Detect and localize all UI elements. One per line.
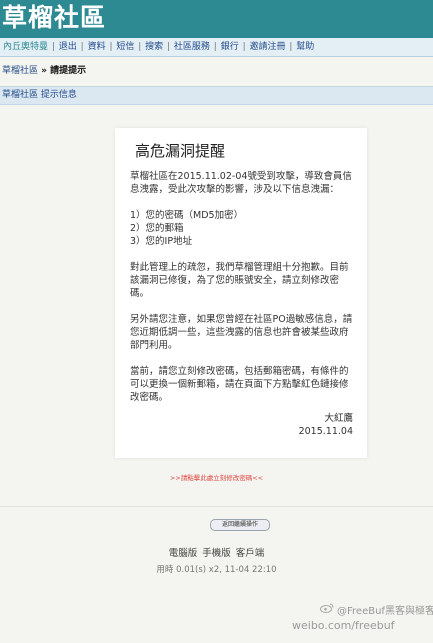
notice-body: 草榴社區在2015.11.02-04號受到攻擊，導致會員信息洩露，受此次攻擊的影… xyxy=(130,170,354,417)
top-nav: 內丘奧特曼 | 退出 | 資料 | 短信 | 搜索 | 社區服務 | 銀行 | … xyxy=(0,38,433,57)
nav-item-services[interactable]: 社區服務 xyxy=(173,42,211,52)
nav-separator: | xyxy=(210,42,220,52)
nav-item-profile[interactable]: 資料 xyxy=(87,42,107,52)
section-header-bar: 草榴社區 提示信息 xyxy=(0,86,433,105)
list-item: 1）您的密碼（MD5加密） xyxy=(130,210,244,221)
notice-title: 高危漏洞提醒 xyxy=(135,142,226,160)
weibo-logo-icon xyxy=(320,603,334,613)
desktop-version-link[interactable]: 電腦版 xyxy=(168,548,199,559)
footer-timing: 用時 0.01(s) x2, 11-04 22:10 xyxy=(156,565,277,575)
section-header-text: 草榴社區 提示信息 xyxy=(2,90,77,100)
list-item: 3）您的IP地址 xyxy=(130,236,193,247)
watermark-handle: @FreeBuf黑客與極客 xyxy=(337,606,433,617)
notice-paragraph: 當前，請您立刻修改密碼，包括郵箱密碼，有條件的可以更換一個新郵箱，請在頁面下方點… xyxy=(130,366,349,403)
nav-item-logout[interactable]: 退出 xyxy=(58,42,78,52)
site-title[interactable]: 草榴社區 xyxy=(2,3,106,33)
nav-separator: | xyxy=(77,42,87,52)
nav-separator: | xyxy=(164,42,173,52)
site-header: 草榴社區 xyxy=(0,0,433,38)
nav-item-invite[interactable]: 邀請注冊 xyxy=(248,42,286,52)
client-link[interactable]: 客戶端 xyxy=(235,548,266,559)
notice-paragraph: 對此管理上的疏忽，我們草榴管理組十分抱歉。目前該漏洞已修復，為了您的賬號安全，請… xyxy=(130,262,349,299)
nav-item-bank[interactable]: 銀行 xyxy=(220,42,240,52)
breadcrumb-current: 請提提示 xyxy=(50,66,87,76)
nav-item-messages[interactable]: 短信 xyxy=(115,42,135,52)
nav-item-help[interactable]: 幫助 xyxy=(295,42,315,52)
nav-separator: | xyxy=(286,42,296,52)
leaked-info-list: 1）您的密碼（MD5加密） 2）您的郵箱 3）您的IP地址 xyxy=(130,209,354,248)
continue-button[interactable]: 返回繼續操作 xyxy=(210,519,270,531)
breadcrumb: 草榴社區 » 請提提示 xyxy=(0,62,433,80)
signature-date: 2015.11.04 xyxy=(298,426,353,437)
nav-separator: | xyxy=(49,42,58,52)
divider xyxy=(0,506,433,507)
breadcrumb-separator: » xyxy=(38,66,51,76)
notice-paragraph: 另外請您注意，如果您曾經在社區PO過敏感信息，請您近期低調一些，這些洩露的信息也… xyxy=(130,314,353,351)
breadcrumb-root-link[interactable]: 草榴社區 xyxy=(0,66,38,76)
notice-card: 高危漏洞提醒 草榴社區在2015.11.02-04號受到攻擊，導致會員信息洩露，… xyxy=(115,128,367,458)
watermark-url: weibo.com/freebuf xyxy=(292,619,395,632)
mobile-version-link[interactable]: 手機版 xyxy=(201,548,232,559)
signature-name: 大紅鷹 xyxy=(324,413,353,424)
nav-item-search[interactable]: 搜索 xyxy=(144,42,164,52)
notice-paragraph: 草榴社區在2015.11.02-04號受到攻擊，導致會員信息洩露，受此次攻擊的影… xyxy=(130,171,352,195)
nav-item-username[interactable]: 內丘奧特曼 xyxy=(0,42,49,52)
list-item: 2）您的郵箱 xyxy=(130,223,184,234)
nav-separator: | xyxy=(135,42,145,52)
footer-versions: 電腦版 手機版 客戶端 xyxy=(0,545,433,559)
change-password-link[interactable]: >>請點擊此處立刻修改密碼<< xyxy=(0,472,433,482)
signature: 大紅鷹 2015.11.04 xyxy=(299,412,353,438)
